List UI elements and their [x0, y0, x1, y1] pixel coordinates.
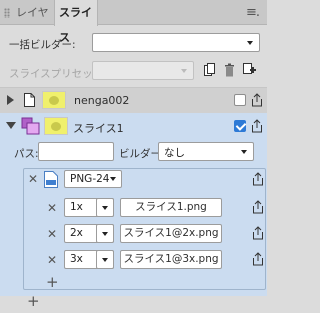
tab-layers[interactable]: レイヤ: [16, 0, 54, 25]
drag-grip-icon[interactable]: [4, 8, 10, 18]
filename-field[interactable]: スライス1@3x.png: [120, 250, 222, 269]
slice-row-slice1[interactable]: スライス1: [0, 113, 267, 139]
close-icon[interactable]: ✕: [47, 254, 57, 266]
format-value: PNG-24: [70, 173, 110, 185]
export-icon[interactable]: [251, 93, 263, 107]
add-preset-icon[interactable]: [243, 63, 257, 77]
export-icon[interactable]: [252, 226, 264, 240]
layer-name: nenga002: [74, 94, 130, 107]
trash-icon[interactable]: [224, 63, 235, 77]
export-icon[interactable]: [251, 119, 263, 133]
visibility-checkbox[interactable]: [234, 120, 246, 132]
close-icon[interactable]: ✕: [47, 202, 57, 214]
filename-field[interactable]: スライス1@2x.png: [120, 224, 222, 243]
slice-row-nenga002[interactable]: nenga002: [0, 88, 267, 113]
format-select[interactable]: PNG-24: [64, 170, 122, 188]
copy-icon[interactable]: [204, 63, 215, 77]
scale-dropdown-button[interactable]: [96, 224, 114, 243]
chevron-down-icon: [181, 69, 187, 73]
path-label: パス:: [14, 148, 39, 160]
chevron-down-icon: [102, 206, 108, 210]
layer-thumbnail: [42, 91, 66, 109]
scale-value: 3x: [70, 253, 83, 265]
expand-arrow-icon[interactable]: [7, 95, 14, 105]
document-icon: [24, 93, 35, 107]
scale-value: 2x: [70, 227, 83, 239]
chevron-down-icon: [102, 258, 108, 262]
scale-dropdown-button[interactable]: [96, 250, 114, 269]
add-format-icon[interactable]: +: [27, 294, 40, 309]
close-icon[interactable]: ✕: [28, 173, 38, 185]
close-icon[interactable]: ✕: [47, 228, 57, 240]
builder-select[interactable]: なし: [158, 142, 254, 161]
hamburger-icon[interactable]: ≡.: [246, 6, 260, 19]
slice-preset-select[interactable]: [92, 61, 194, 80]
filename-field[interactable]: スライス1.png: [120, 198, 222, 217]
export-icon[interactable]: [252, 172, 264, 186]
layer-name: スライス1: [73, 122, 124, 135]
add-scale-icon[interactable]: +: [46, 275, 59, 290]
tab-layers-label: レイヤ: [16, 6, 49, 19]
scale-dropdown-button[interactable]: [96, 198, 114, 217]
export-icon[interactable]: [252, 252, 264, 266]
tab-slices[interactable]: スライス: [54, 0, 98, 44]
export-icon[interactable]: [252, 200, 264, 214]
scale-value: 1x: [70, 201, 83, 213]
batch-builder-select[interactable]: [92, 33, 260, 52]
visibility-checkbox[interactable]: [234, 94, 246, 106]
panel-tab-bar: レイヤ スライス ≡.: [0, 0, 267, 44]
layer-thumbnail: [44, 117, 68, 135]
chevron-down-icon: [110, 177, 116, 181]
chevron-down-icon: [102, 232, 108, 236]
image-file-icon: [44, 171, 58, 188]
path-input[interactable]: [38, 142, 114, 161]
chevron-down-icon: [241, 150, 247, 154]
collapse-arrow-icon[interactable]: [6, 122, 16, 129]
slice-icon: [21, 117, 40, 135]
chevron-down-icon: [247, 41, 253, 45]
batch-builder-label: 一括ビルダー:: [9, 39, 76, 51]
builder-value: なし: [164, 147, 185, 159]
